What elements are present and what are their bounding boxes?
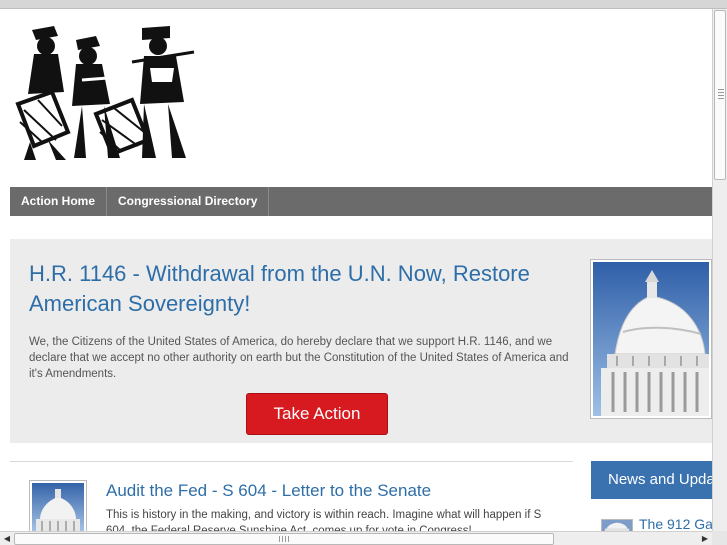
scroll-left-arrow-icon[interactable]: ◀ (1, 533, 13, 545)
nav-congressional-directory[interactable]: Congressional Directory (107, 187, 270, 216)
scroll-grip-icon (279, 536, 291, 542)
featured-description: We, the Citizens of the United States of… (29, 336, 569, 380)
vertical-scroll-thumb[interactable] (714, 10, 726, 180)
news-item-link[interactable]: The 912 Ga (639, 516, 712, 532)
main-nav: Action Home Congressional Directory (10, 187, 712, 216)
nav-action-home[interactable]: Action Home (10, 187, 108, 216)
featured-title[interactable]: H.R. 1146 - Withdrawal from the U.N. Now… (29, 259, 569, 319)
article-title[interactable]: Audit the Fed - S 604 - Letter to the Se… (106, 481, 431, 501)
scroll-grip-icon (718, 89, 724, 101)
news-and-updates-heading: News and Updates (591, 461, 712, 499)
site-logo[interactable] (12, 22, 197, 162)
drummers-illustration (15, 26, 195, 160)
article-thumbnail[interactable] (29, 480, 87, 536)
capitol-dome-image (590, 259, 712, 419)
featured-campaign: H.R. 1146 - Withdrawal from the U.N. Now… (10, 239, 712, 443)
horizontal-scrollbar[interactable]: ◀ ▶ (0, 531, 712, 545)
scrollbar-corner (712, 531, 727, 545)
take-action-button[interactable]: Take Action (246, 393, 388, 435)
horizontal-scroll-thumb[interactable] (14, 533, 554, 545)
section-divider (10, 461, 573, 462)
article-excerpt: This is history in the making, and victo… (106, 509, 542, 531)
vertical-scrollbar[interactable] (712, 9, 727, 531)
browser-top-bar (0, 0, 727, 9)
scroll-right-arrow-icon[interactable]: ▶ (699, 533, 711, 545)
